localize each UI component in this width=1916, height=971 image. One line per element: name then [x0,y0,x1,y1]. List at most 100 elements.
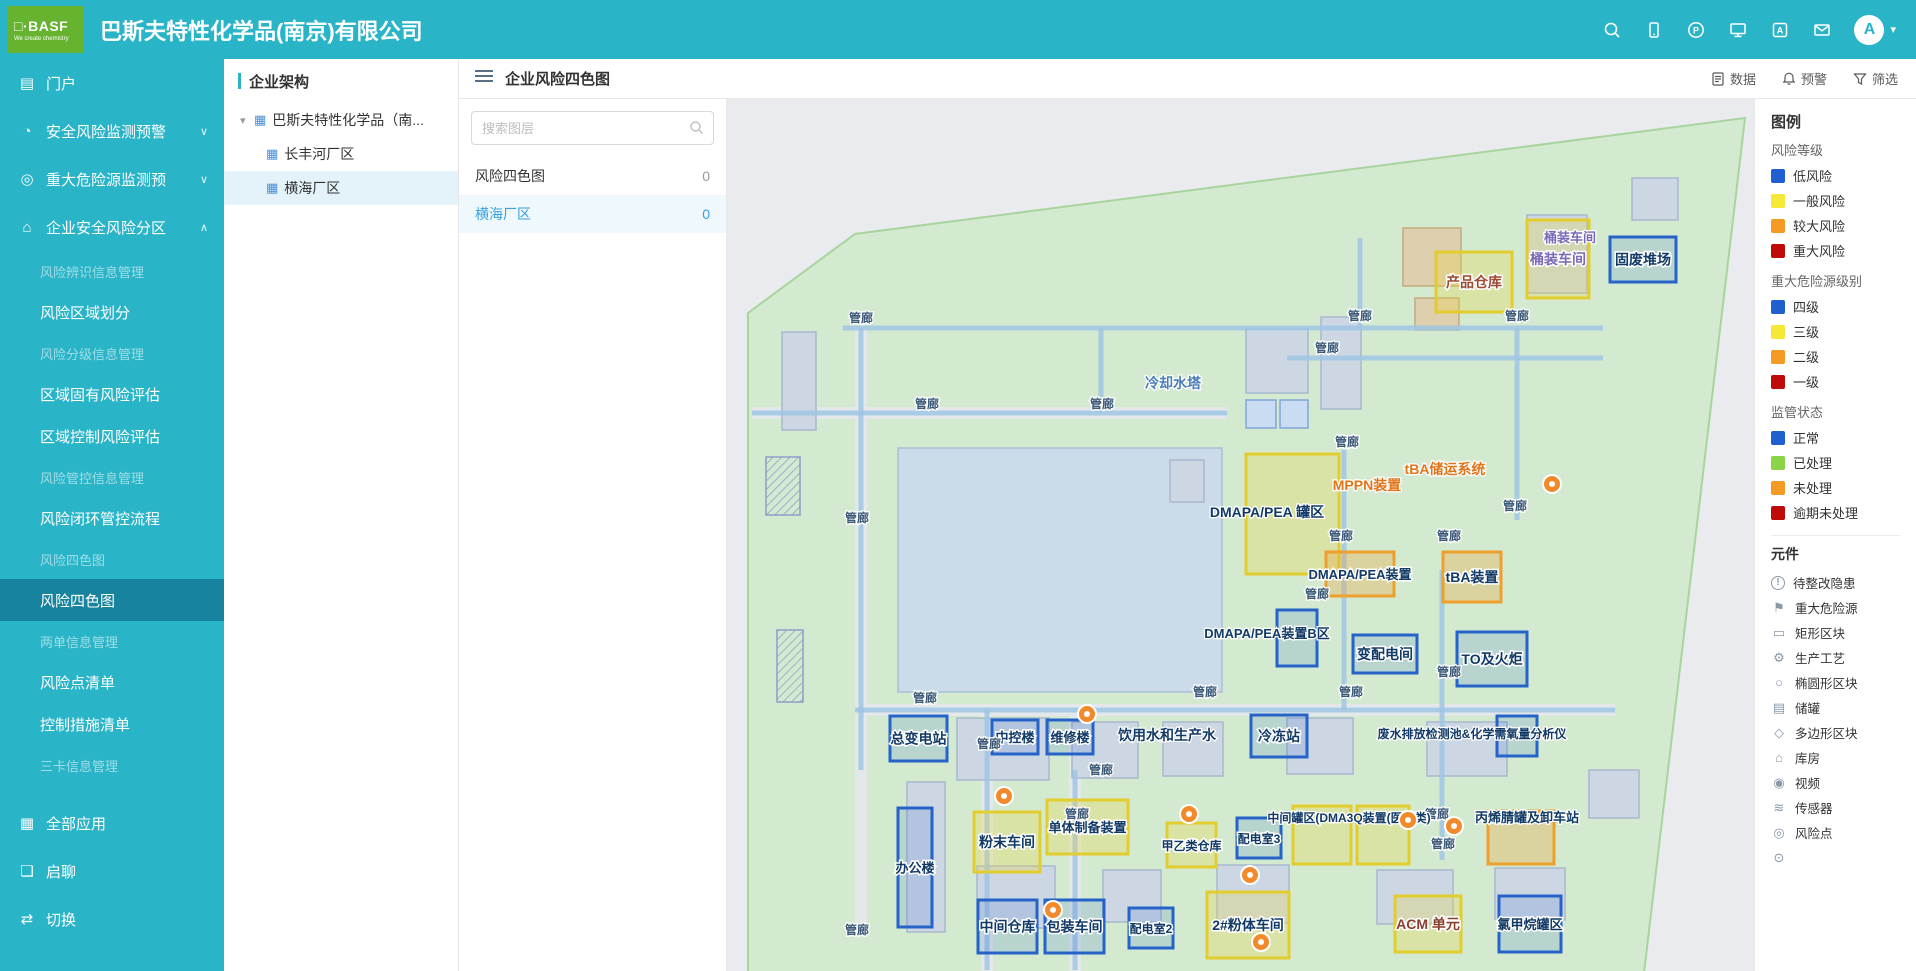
legend-element-item: ○ 椭圆形区块 [1771,670,1916,695]
map-zone-label: 单体制备装置 [1048,820,1126,835]
chat-icon: ❏ [18,862,36,880]
app-title: 巴斯夫特性化学品(南京)有限公司 [100,14,423,46]
sidebar-item-portal[interactable]: ▤门户 [0,59,224,107]
hamburger-icon[interactable] [475,69,493,88]
ellipse-block-icon: ○ [1771,675,1787,690]
color-swatch [1771,194,1785,208]
map-zone-label: 中控楼 [995,730,1034,745]
legend-element-label: 风险点 [1795,823,1833,842]
mail-icon[interactable] [1812,20,1832,40]
hazard-marker-dot [1451,823,1457,829]
hazard-marker[interactable] [1180,805,1198,823]
hazard-marker[interactable] [1241,866,1259,884]
color-swatch [1771,169,1785,183]
legend-item: 较大风险 [1771,213,1916,238]
pending-hazard-icon: ! [1771,576,1785,590]
hazard-marker[interactable] [1044,901,1062,919]
map-zone-label: 固废堆场 [1615,252,1671,268]
hazard-marker-dot [1050,907,1056,913]
toolbar-filter-button[interactable]: 筛选 [1853,69,1898,88]
partial-item-icon: ⊙ [1771,850,1787,866]
color-swatch [1771,219,1785,233]
hazard-marker[interactable] [1252,933,1270,951]
tree-node[interactable]: ▦长丰河厂区 [224,137,458,171]
map-label: 管廊 [845,922,869,937]
legend-item-label: 一般风险 [1793,191,1845,210]
legend-item: 三级 [1771,319,1916,344]
toolbar-bell-button[interactable]: 预警 [1782,69,1827,88]
legend-element-item: ⌂库房 [1771,745,1916,770]
legend-elements-title: 元件 [1771,544,1916,564]
layer-item[interactable]: 横海厂区0 [459,195,726,233]
p-badge-icon[interactable]: P [1686,20,1706,40]
map-label: tBA储运系统 [1405,461,1486,477]
search-icon[interactable] [689,120,704,140]
sidebar-subitem[interactable]: 区域固有风险评估 [0,373,224,415]
sidebar-subitem[interactable]: 风险点清单 [0,661,224,703]
map-label: 管廊 [1348,308,1372,323]
layer-search-input[interactable] [471,111,714,145]
tree-node[interactable]: ▦横海厂区 [224,171,458,205]
tree-node-label: 巴斯夫特性化学品（南... [272,110,424,130]
polygon-block-icon: ◇ [1771,725,1787,741]
hazard-marker[interactable] [995,787,1013,805]
legend-item-label: 未处理 [1793,478,1832,497]
map-label: 管廊 [1315,340,1339,355]
legend-item-label: 三级 [1793,322,1819,341]
sidebar-item-switch[interactable]: ⇄ 切换 [0,895,224,943]
sidebar-subitem[interactable]: 风险四色图 [0,579,224,621]
sidebar-item-hazard-monitor[interactable]: ◎重大危险源监测预∨ [0,155,224,203]
legend-element-item: ⚙生产工艺 [1771,645,1916,670]
risk-map[interactable]: 产品仓库桶装车间固废堆场DMAPA/PEA装置tBA装置变配电间TO及火炬总变电… [727,99,1754,971]
layer-item[interactable]: 风险四色图0 [459,157,726,195]
switch-icon: ⇄ [18,910,36,928]
org-tree-panel: 企业架构 ▾▦巴斯夫特性化学品（南...▦长丰河厂区▦横海厂区 [224,59,459,971]
legend-element-item: ▤储罐 [1771,695,1916,720]
map-label: 管廊 [1065,806,1089,821]
sidebar-subitem[interactable]: 区域控制风险评估 [0,415,224,457]
caret-down-icon[interactable]: ▾ [240,114,254,127]
map-building [1170,460,1204,502]
legend-item-label: 较大风险 [1793,216,1845,235]
sidebar-item-apps[interactable]: ▦全部应用 [0,799,224,847]
legend-element-label: 椭圆形区块 [1795,673,1858,692]
mobile-icon[interactable] [1644,20,1664,40]
tree-node[interactable]: ▾▦ 巴斯夫特性化学品（南... [224,103,458,137]
hazard-marker[interactable] [1543,475,1561,493]
translate-icon[interactable]: A [1770,20,1790,40]
monitor-icon[interactable] [1728,20,1748,40]
map-toolbar: 数据 预警 筛选 [1711,69,1898,88]
toolbar-button-label: 预警 [1801,69,1827,88]
sidebar-item-label: 切换 [46,909,224,930]
color-swatch [1771,325,1785,339]
risk-monitor-icon: ◔ [18,123,36,140]
hazard-marker[interactable] [1078,705,1096,723]
legend-item: 四级 [1771,294,1916,319]
avatar[interactable]: A [1854,15,1884,45]
building-icon: ▦ [254,112,266,128]
sidebar-subitem[interactable]: 控制措施清单 [0,703,224,745]
map-zone-label: 办公楼 [895,861,934,876]
sidebar-group-label: 风险管控信息管理 [0,457,224,497]
map-label: 管廊 [1503,498,1527,513]
sidebar-group-label: 三卡信息管理 [0,745,224,785]
hazard-marker-dot [1405,817,1411,823]
legend-element-label: 储罐 [1795,698,1820,717]
map-label: 管廊 [845,510,869,525]
sidebar-subitem[interactable]: 风险闭环管控流程 [0,497,224,539]
sidebar-item-chat[interactable]: ❏启聊 [0,847,224,895]
map-building [1589,770,1639,818]
user-menu[interactable]: A ▾ [1854,15,1896,45]
map-zone-label: 总变电站 [891,731,947,747]
risk-point-icon: ◎ [1771,825,1787,841]
toolbar-document-button[interactable]: 数据 [1711,69,1756,88]
video-icon: ◉ [1771,775,1787,791]
hazard-marker[interactable] [1445,817,1463,835]
map-zone-label: DMAPA/PEA装置 [1308,567,1411,582]
logo-text: □·BASF [14,18,84,34]
sidebar-item-enterprise-risk[interactable]: ⌂企业安全风险分区∧ [0,203,224,251]
hazard-marker[interactable] [1399,811,1417,829]
sidebar-subitem[interactable]: 风险区域划分 [0,291,224,333]
sidebar-item-risk-monitor[interactable]: ◔安全风险监测预警∨ [0,107,224,155]
search-icon[interactable] [1602,20,1622,40]
